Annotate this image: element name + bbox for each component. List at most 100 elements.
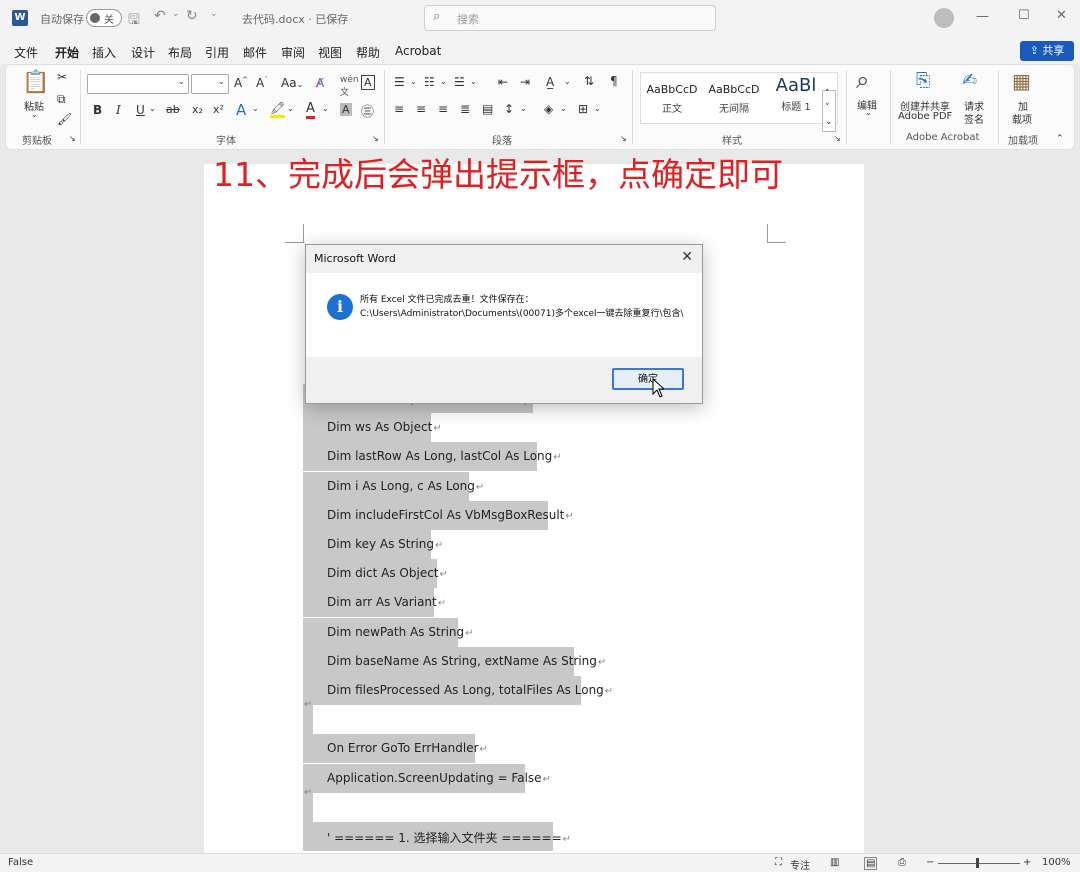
asian-layout-icon[interactable]: A̲ [546, 75, 554, 89]
create-pdf-icon[interactable]: ⎘ [916, 70, 930, 91]
zoom-slider[interactable] [938, 863, 1020, 864]
bullets-icon[interactable]: ☰ [394, 75, 405, 89]
shading-icon[interactable]: ◈ [544, 102, 553, 116]
avatar[interactable] [934, 8, 954, 28]
cut-icon[interactable]: ✂ [57, 70, 67, 84]
create-pdf-label-2[interactable]: Adobe PDF [898, 111, 952, 122]
multilevel-dropdown-icon[interactable]: ⌄ [470, 77, 477, 86]
zoom-out-icon[interactable]: − [926, 857, 934, 868]
menu-mailings[interactable]: 邮件 [243, 44, 267, 61]
paste-icon[interactable]: 📋 [22, 70, 49, 95]
style-no-spacing[interactable]: AaBbCcD 无间隔 [703, 73, 765, 123]
menu-review[interactable]: 审阅 [281, 44, 305, 61]
decrease-indent-icon[interactable]: ⇤ [498, 75, 508, 89]
save-icon[interactable]: 🖫 [128, 9, 140, 33]
ok-button[interactable]: 确定 [612, 368, 684, 390]
align-center-icon[interactable]: ≡ [416, 102, 426, 116]
asian-layout-dropdown-icon[interactable]: ⌄ [564, 77, 571, 86]
paste-dropdown-icon[interactable]: ⌄ [31, 110, 38, 119]
character-shading-icon[interactable]: A [340, 103, 352, 116]
line-spacing-icon[interactable]: ↕ [504, 102, 514, 116]
highlight-dropdown-icon[interactable]: ⌄ [287, 104, 294, 113]
zoom-slider-thumb[interactable] [976, 858, 979, 868]
zoom-level[interactable]: 100% [1042, 857, 1071, 868]
minimize-icon[interactable]: — [976, 9, 989, 24]
font-size-combo[interactable]: ⌄ [191, 74, 229, 94]
italic-button[interactable]: I [116, 103, 121, 117]
collapse-ribbon-icon[interactable]: ⌃ [1056, 134, 1064, 144]
clear-formatting-icon[interactable]: A̸ [316, 76, 324, 90]
style-heading-1[interactable]: AaBl 标题 1 [765, 73, 827, 123]
addins-icon[interactable]: ▦ [1012, 69, 1031, 93]
enclose-characters-icon[interactable]: ㊂ [361, 101, 374, 120]
customize-toolbar-icon[interactable]: ⌄ [210, 9, 218, 19]
change-case-icon[interactable]: Aa⌄ [281, 76, 303, 90]
addins-label-2[interactable]: 载项 [1012, 111, 1032, 126]
underline-dropdown-icon[interactable]: ⌄ [149, 104, 156, 113]
sort-icon[interactable]: ⇅ [584, 74, 594, 88]
align-right-icon[interactable]: ≡ [438, 102, 448, 116]
borders-dropdown-icon[interactable]: ⌄ [594, 104, 601, 113]
paragraph-launcher-icon[interactable]: ↘ [620, 134, 627, 143]
styles-scroll[interactable]: ˄ ˅ ⌄ [822, 89, 836, 132]
editing-dropdown-icon[interactable]: ⌄ [865, 108, 872, 117]
bullets-dropdown-icon[interactable]: ⌄ [410, 77, 417, 86]
line-spacing-dropdown-icon[interactable]: ⌄ [520, 104, 527, 113]
copy-icon[interactable]: ⧉ [57, 92, 66, 107]
close-icon[interactable]: ✕ [681, 249, 693, 265]
phonetic-guide-icon[interactable]: wén 文 [340, 75, 359, 98]
format-painter-icon[interactable]: 🖌 [57, 112, 72, 126]
menu-acrobat[interactable]: Acrobat [395, 44, 441, 58]
read-mode-icon[interactable]: ▥ [830, 857, 839, 868]
font-color-dropdown-icon[interactable]: ⌄ [322, 104, 329, 113]
request-signature-icon[interactable]: ✍ [962, 70, 977, 91]
strikethrough-button[interactable]: ab [166, 103, 180, 116]
font-color-icon[interactable]: A [306, 101, 315, 119]
text-effects-dropdown-icon[interactable]: ⌄ [252, 104, 259, 113]
borders-icon[interactable]: ⊞ [578, 102, 588, 116]
justify-icon[interactable]: ≣ [460, 102, 470, 116]
underline-button[interactable]: U [136, 103, 145, 117]
clipboard-launcher-icon[interactable]: ↘ [69, 134, 76, 143]
styles-launcher-icon[interactable]: ↘ [834, 134, 841, 143]
text-effects-icon[interactable]: A [236, 101, 246, 119]
menu-layout[interactable]: 布局 [168, 44, 192, 61]
menu-help[interactable]: 帮助 [356, 44, 380, 61]
focus-label[interactable]: 专注 [790, 857, 810, 872]
menu-design[interactable]: 设计 [131, 44, 155, 61]
show-marks-icon[interactable]: ¶ [610, 74, 618, 88]
menu-file[interactable]: 文件 [14, 44, 38, 61]
numbering-dropdown-icon[interactable]: ⌄ [440, 77, 447, 86]
shrink-font-icon[interactable]: Aˇ [256, 76, 268, 90]
menu-view[interactable]: 视图 [318, 44, 342, 61]
share-button[interactable]: ⇪ 共享 [1020, 41, 1074, 61]
document-filename[interactable]: 去代码.docx · 已保存 [242, 11, 348, 27]
focus-icon[interactable]: ⛶ [775, 857, 782, 868]
shading-dropdown-icon[interactable]: ⌄ [560, 104, 567, 113]
highlight-icon[interactable]: 🖍 [270, 101, 286, 118]
font-name-combo[interactable]: ⌄ [87, 74, 189, 94]
autosave-toggle[interactable]: 关 [86, 9, 122, 27]
print-layout-icon[interactable]: ▤ [864, 857, 878, 870]
subscript-button[interactable]: x₂ [192, 103, 203, 116]
style-normal[interactable]: AaBbCcD 正文 [641, 73, 703, 123]
search-box[interactable]: ⌕ 搜索 [424, 5, 716, 31]
superscript-button[interactable]: x² [213, 103, 224, 116]
numbering-icon[interactable]: ☷ [424, 75, 435, 89]
increase-indent-icon[interactable]: ⇥ [520, 75, 530, 89]
web-layout-icon[interactable]: ⎙ [898, 857, 906, 868]
bold-button[interactable]: B [93, 103, 102, 117]
character-border-icon[interactable]: A [361, 75, 375, 90]
undo-dropdown-icon[interactable]: ⌄ [172, 9, 180, 19]
menu-insert[interactable]: 插入 [92, 44, 116, 61]
request-sign-label-2[interactable]: 签名 [964, 111, 984, 126]
undo-icon[interactable]: ↶ [154, 8, 166, 24]
find-icon[interactable]: ⌕ [856, 66, 869, 94]
distributed-icon[interactable]: ▤ [482, 102, 493, 116]
redo-icon[interactable]: ↻ [186, 8, 198, 24]
maximize-icon[interactable]: ☐ [1018, 8, 1030, 23]
grow-font-icon[interactable]: A^ [234, 76, 248, 90]
align-left-icon[interactable]: ≡ [394, 102, 404, 116]
menu-references[interactable]: 引用 [205, 44, 229, 61]
font-launcher-icon[interactable]: ↘ [372, 134, 379, 143]
